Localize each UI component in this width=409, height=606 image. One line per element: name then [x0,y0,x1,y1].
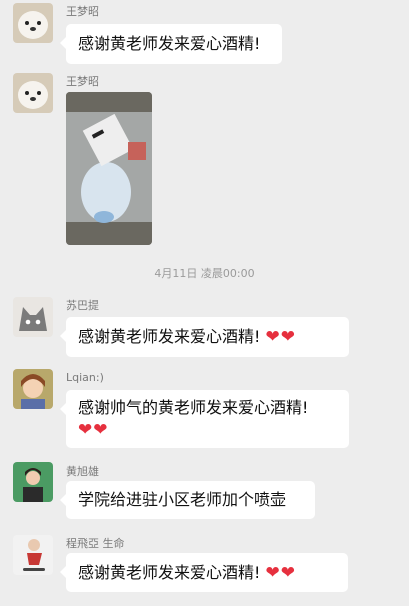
avatar[interactable] [13,297,53,337]
dog-avatar-icon [13,3,53,43]
sender-name: 王梦昭 [66,5,99,18]
message-bubble[interactable]: 学院给进驻小区老师加个喷壶 [60,481,315,519]
message-bubble[interactable]: 感谢黄老师发来爱心酒精! ❤❤ [60,317,349,357]
message-photo[interactable] [66,92,152,245]
timestamp: 4月11日 凌晨00:00 [154,267,255,280]
message-bubble[interactable]: 感谢黄老师发来爱心酒精! [60,24,282,64]
heart-emoji-icon: ❤❤ [265,327,297,347]
avatar[interactable] [13,462,53,502]
sender-name: 程飛亞 生命 [66,537,125,550]
message-text: 感谢黄老师发来爱心酒精! [78,327,261,346]
message-text: 感谢帅气的黄老师发来爱心酒精! [78,398,309,417]
message-bubble[interactable]: 感谢帅气的黄老师发来爱心酒精! ❤❤ [60,390,349,448]
skateboarder-avatar-icon [13,535,53,575]
message-text: 感谢黄老师发来爱心酒精! [78,563,261,582]
sender-name: 苏巴提 [66,299,99,312]
dog-avatar-icon [13,73,53,113]
cat-avatar-icon [13,297,53,337]
sender-name: 王梦昭 [66,75,99,88]
avatar[interactable] [13,73,53,113]
avatar[interactable] [13,535,53,575]
cartoon-girl-avatar-icon [13,369,53,409]
heart-emoji-icon: ❤❤ [78,420,109,440]
avatar[interactable] [13,3,53,43]
message-bubble[interactable]: 感谢黄老师发来爱心酒精! ❤❤ [60,553,348,592]
message-text: 学院给进驻小区老师加个喷壶 [78,490,287,509]
avatar[interactable] [13,369,53,409]
sender-name: Lqian:) [66,371,104,384]
sender-name: 黄旭雄 [66,465,99,478]
person-avatar-icon [13,462,53,502]
message-text: 感谢黄老师发来爱心酒精! [78,34,261,53]
spray-bottle-photo-icon [66,92,152,245]
heart-emoji-icon: ❤❤ [265,563,297,583]
